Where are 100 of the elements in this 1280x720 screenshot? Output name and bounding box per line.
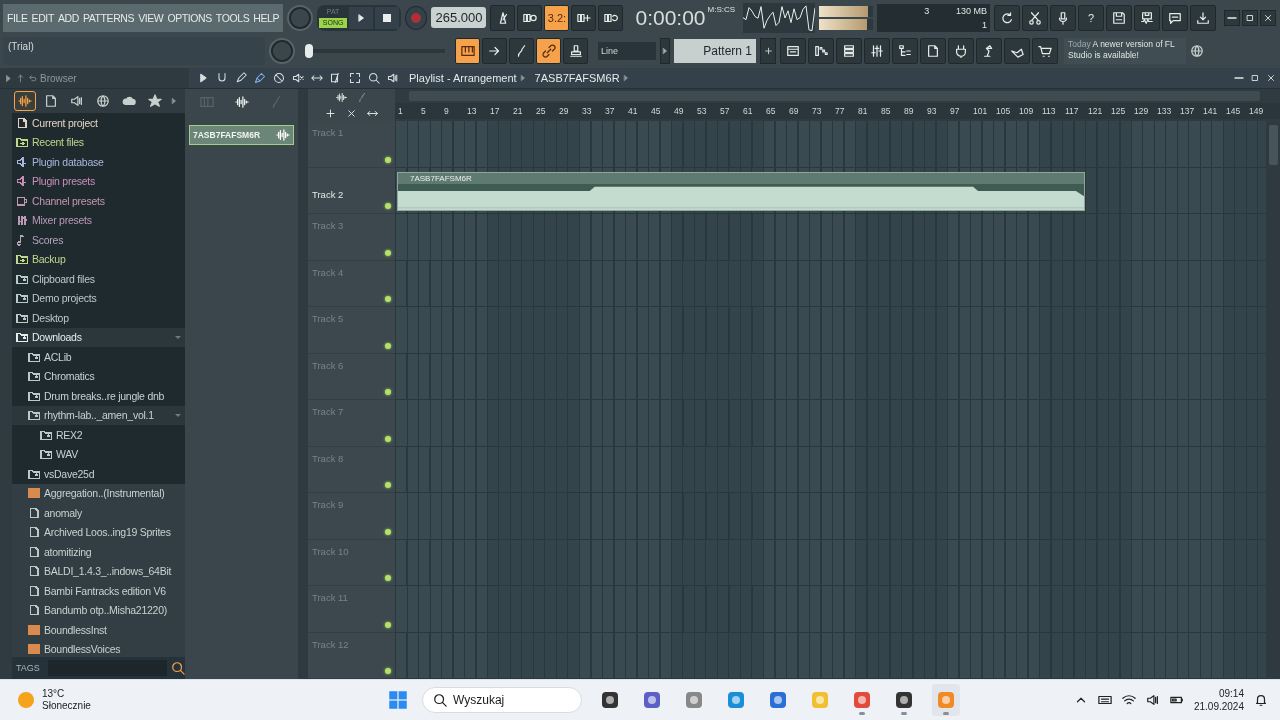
browser-item[interactable]: Scores bbox=[32, 233, 64, 246]
track-led[interactable] bbox=[385, 203, 391, 209]
browser-item[interactable]: atomitizing bbox=[44, 545, 92, 558]
track-led[interactable] bbox=[385, 575, 391, 581]
track-led[interactable] bbox=[385, 482, 391, 488]
close-button[interactable] bbox=[1260, 9, 1276, 26]
toolbar-button[interactable] bbox=[1106, 4, 1132, 31]
track-led[interactable] bbox=[385, 296, 391, 302]
track-led[interactable] bbox=[385, 668, 391, 674]
browser-item[interactable]: Recent files bbox=[32, 136, 84, 149]
toolbar-button[interactable] bbox=[864, 37, 890, 64]
menu-item[interactable]: VIEW bbox=[138, 11, 164, 24]
toolbar-button[interactable] bbox=[1032, 37, 1058, 64]
toolbar-button[interactable] bbox=[571, 4, 597, 31]
browser-item[interactable]: Channel presets bbox=[32, 194, 105, 207]
vertical-scrollbar[interactable] bbox=[1269, 125, 1278, 165]
view-mode-button[interactable] bbox=[234, 95, 249, 109]
toolbar-button[interactable] bbox=[455, 37, 480, 64]
track-led[interactable] bbox=[385, 249, 391, 256]
toolbar-button[interactable] bbox=[1004, 37, 1030, 64]
track-led[interactable] bbox=[385, 621, 391, 628]
keys-icon bbox=[199, 95, 214, 109]
browser-item[interactable]: Demo projects bbox=[32, 292, 97, 305]
toolbar-button[interactable] bbox=[920, 37, 946, 64]
document-icon bbox=[926, 43, 940, 58]
pattern-selector[interactable]: Pattern 1 bbox=[674, 38, 756, 63]
track-header[interactable]: Track 2 bbox=[308, 167, 395, 214]
track-led[interactable] bbox=[385, 156, 391, 163]
toolbar-button[interactable] bbox=[780, 37, 806, 64]
toolbar-button[interactable] bbox=[536, 37, 561, 64]
scissors-icon bbox=[1028, 10, 1042, 25]
toolbar-button[interactable] bbox=[482, 37, 507, 64]
menu-item[interactable]: PATTERNS bbox=[82, 11, 135, 24]
toolbar-button[interactable] bbox=[509, 37, 534, 64]
browser-item[interactable]: Plugin database bbox=[32, 155, 104, 168]
browser-item[interactable]: Downloads bbox=[32, 331, 82, 344]
start-button[interactable] bbox=[388, 690, 408, 710]
browser-item[interactable]: Clipboard files bbox=[32, 272, 95, 285]
browser-item[interactable]: Mixer presets bbox=[32, 214, 92, 227]
bar-number: 5 bbox=[421, 106, 426, 116]
minimize-button[interactable] bbox=[1224, 9, 1240, 26]
news-panel[interactable]: Today A newer version of FL Studio is available! bbox=[1064, 37, 1186, 64]
toolbar-button[interactable] bbox=[490, 4, 516, 31]
toolbar-button[interactable] bbox=[1134, 4, 1160, 31]
menu-item[interactable]: TOOLS bbox=[215, 11, 250, 24]
file-icon bbox=[28, 526, 40, 539]
search-field[interactable]: Wyszukaj bbox=[422, 687, 582, 713]
time-unit: M:S:CS bbox=[707, 4, 736, 15]
browser-item[interactable]: Chromatics bbox=[44, 370, 95, 383]
browser-item[interactable]: Backup bbox=[32, 253, 66, 266]
track-led[interactable] bbox=[385, 435, 391, 442]
toolbar-button[interactable] bbox=[948, 37, 974, 64]
play-button[interactable] bbox=[349, 6, 374, 29]
stop-button[interactable] bbox=[375, 6, 400, 29]
toolbar-button[interactable] bbox=[892, 37, 918, 64]
menu-item[interactable]: EDIT bbox=[31, 11, 54, 24]
browser-item[interactable]: anomaly bbox=[44, 506, 82, 519]
track-lane[interactable]: 7ASB7FAFSM6R bbox=[395, 167, 1266, 214]
toolbar-button[interactable] bbox=[1022, 4, 1048, 31]
browser-item[interactable]: Desktop bbox=[32, 311, 69, 324]
toolbar-button[interactable] bbox=[517, 4, 543, 31]
add-pattern-button[interactable] bbox=[760, 37, 776, 64]
toolbar-button[interactable] bbox=[994, 4, 1020, 31]
track-led[interactable] bbox=[385, 528, 391, 535]
browser-tab[interactable] bbox=[14, 91, 36, 111]
browser-item[interactable]: WAV bbox=[56, 448, 78, 461]
track-led[interactable] bbox=[385, 342, 391, 349]
master-pitch-slider[interactable] bbox=[305, 43, 445, 58]
folder-plus-icon bbox=[28, 409, 40, 422]
toolbar-button[interactable] bbox=[836, 37, 862, 64]
timeline-ruler[interactable]: 1 5 9 13 17 21 25 29 33 37 41 45 49 53 57 61 65 69 73 77 81 85 89 93 97 101 105 109 113 117 121 125 129 133 137 141 145 149 bbox=[395, 103, 1280, 119]
toolbar-button[interactable] bbox=[1162, 4, 1188, 31]
toolbar-button[interactable] bbox=[563, 37, 588, 64]
browser-item[interactable]: REX2 bbox=[56, 428, 83, 441]
tempo-display[interactable]: 265.000 bbox=[431, 7, 487, 28]
toolbar-button[interactable] bbox=[808, 37, 834, 64]
maximize-button[interactable] bbox=[1242, 9, 1258, 26]
snap-dropdown[interactable]: Line bbox=[598, 41, 656, 60]
track-led[interactable] bbox=[385, 389, 391, 395]
toolbar-button[interactable] bbox=[976, 37, 1002, 64]
toolbar-button[interactable] bbox=[1190, 4, 1216, 31]
browser-item[interactable]: Plugin presets bbox=[32, 175, 96, 188]
pitch-knob[interactable] bbox=[269, 37, 295, 64]
steps-icon bbox=[814, 43, 828, 58]
toolbar-button[interactable]: 3.2: bbox=[544, 4, 570, 31]
menu-item[interactable]: OPTIONS bbox=[167, 11, 212, 24]
toolbar-button[interactable]: ? bbox=[1078, 4, 1104, 31]
browser-item[interactable]: ACLib bbox=[44, 350, 72, 363]
toolbar-button[interactable] bbox=[1050, 4, 1076, 31]
file-icon bbox=[28, 545, 40, 558]
toolbar-button[interactable] bbox=[598, 4, 624, 31]
browser-item[interactable]: Current project bbox=[32, 116, 98, 129]
volume-knob[interactable] bbox=[287, 4, 314, 31]
audio-clip-item[interactable]: 7ASB7FAFSM6R bbox=[189, 125, 294, 145]
audio-clip[interactable]: 7ASB7FAFSM6R bbox=[397, 171, 1085, 211]
menu-item[interactable]: HELP bbox=[253, 11, 280, 24]
menu-item[interactable]: ADD bbox=[57, 11, 79, 24]
browser-item[interactable]: vsDave25d bbox=[44, 467, 95, 480]
pattern-menu-button[interactable] bbox=[660, 37, 670, 64]
menu-item[interactable]: FILE bbox=[7, 11, 28, 24]
